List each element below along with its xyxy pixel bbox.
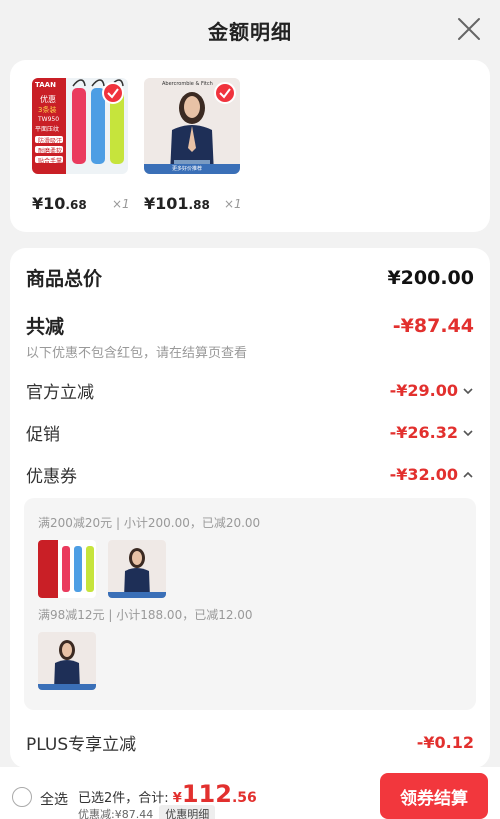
product-price: ¥101.88 [144,194,210,213]
promotion-value-group: -¥26.32 [390,423,474,442]
discount-detail-button[interactable]: 优惠明细 [159,805,216,819]
coupon-detail-box: 满200减20元 | 小计200.00，已减20.00 满98减12元 | 小计… [24,498,476,710]
plus-discount-row: PLUS专享立减 -¥0.12 [26,730,474,755]
ad-line: 贴合手掌 [38,158,63,165]
product-item[interactable]: Abercrombie & Fitch 更多好价推荐 ¥101.88 ×1 [144,78,242,213]
product-thumbnail [38,540,96,598]
plus-discount-value: -¥0.12 [416,733,474,752]
official-discount-value: -¥29.00 [389,381,458,400]
select-all-radio[interactable] [12,787,32,807]
coupon-product-thumbs [38,632,96,690]
product-quantity: ×1 [112,197,130,211]
product-image[interactable]: TAAN 优惠 3条装 TW950 平面压纹 防滑吸汗 耐磨柔软 贴合手掌 [32,78,128,174]
total-price-row: 商品总价 ¥200.00 [26,264,474,291]
checkout-button[interactable]: 领券结算 [380,773,488,819]
coupon-value-group: -¥32.00 [390,465,474,484]
brand-text: Abercrombie & Fitch [162,81,213,87]
product-thumbnail [38,632,96,690]
coupon-product-thumbs [38,540,166,598]
total-amount: ¥112.56 [172,780,257,808]
chevron-down-icon[interactable] [462,427,474,439]
checkout-bar: 全选 已选2件，合计: ¥112.56 优惠减:¥87.44 优惠明细 领券结算 [0,767,500,819]
coupon-row[interactable]: 优惠券 -¥32.00 [26,462,474,487]
product-item[interactable]: TAAN 优惠 3条装 TW950 平面压纹 防滑吸汗 耐磨柔软 贴合手掌 ¥1… [32,78,130,213]
official-discount-row[interactable]: 官方立减 -¥29.00 [26,378,474,403]
coupon-rule: 满98减12元 | 小计188.00，已减12.00 [38,608,253,622]
promotion-value: -¥26.32 [389,423,458,442]
chevron-down-icon[interactable] [462,385,474,397]
ad-line: 耐磨柔软 [38,148,63,155]
ad-badge: 优惠 [40,95,56,104]
discount-note: 以下优惠不包含红包，请在结算页查看 [26,346,248,361]
ad-line: 防滑吸汗 [38,138,63,145]
ad-model: TW950 [38,116,60,123]
select-all-label[interactable]: 全选 [40,789,68,809]
official-discount-value-group: -¥29.00 [390,381,474,400]
total-discount-row: 共减 -¥87.44 [26,312,474,339]
discount-amount-text: 优惠减:¥87.44 [78,808,154,819]
total-price-label: 商品总价 [26,268,103,290]
promo-tag: 更多好价推荐 [172,166,203,172]
selected-summary: 已选2件，合计: ¥112.56 [78,780,257,808]
official-discount-label: 官方立减 [26,383,94,403]
product-quantity: ×1 [224,197,242,211]
close-icon[interactable] [456,16,482,42]
coupon-rule: 满200减20元 | 小计200.00，已减20.00 [38,516,261,530]
ad-sub: 3条装 [38,106,57,114]
chevron-up-icon[interactable] [462,469,474,481]
price-detail-panel: 商品总价 ¥200.00 共减 -¥87.44 以下优惠不包含红包，请在结算页查… [10,248,490,768]
selected-check-icon[interactable] [214,82,236,104]
product-image[interactable]: Abercrombie & Fitch 更多好价推荐 [144,78,240,174]
total-discount-label: 共减 [26,316,65,338]
page-title: 金额明细 [208,19,292,44]
ad-brand: TAAN [35,81,56,89]
selected-check-icon[interactable] [102,82,124,104]
selected-count-text: 已选2件，合计: [78,791,169,806]
product-price: ¥10.68 [32,194,87,213]
total-discount-value: -¥87.44 [392,314,474,337]
ad-desc: 平面压纹 [35,126,60,133]
product-thumbnail [108,540,166,598]
plus-discount-label: PLUS专享立减 [26,735,137,755]
header: 金额明细 [0,0,500,60]
coupon-label: 优惠券 [26,467,77,487]
discount-summary: 优惠减:¥87.44 优惠明细 [78,805,216,819]
promotion-row[interactable]: 促销 -¥26.32 [26,420,474,445]
promotion-label: 促销 [26,425,60,445]
coupon-value: -¥32.00 [389,465,458,484]
total-price-value: ¥200.00 [387,266,474,289]
product-panel: TAAN 优惠 3条装 TW950 平面压纹 防滑吸汗 耐磨柔软 贴合手掌 ¥1… [10,60,490,232]
